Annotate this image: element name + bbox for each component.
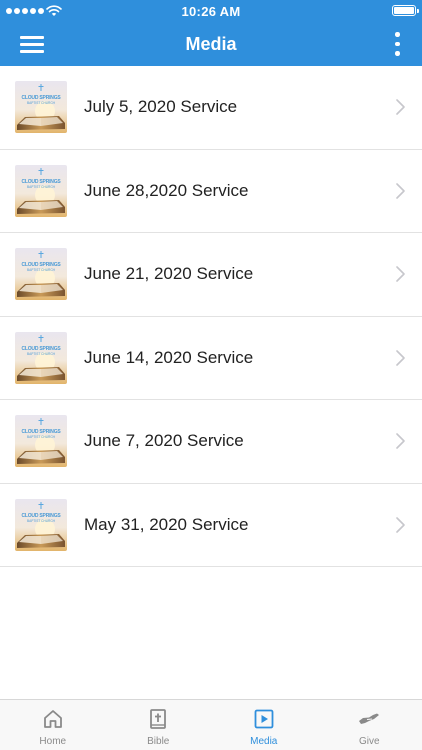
tab-home[interactable]: Home	[0, 700, 106, 750]
page-title: Media	[185, 34, 237, 54]
media-list-item[interactable]: CLOUD SPRINGS BAPTIST CHURCH June 7, 202…	[0, 400, 422, 484]
more-options-icon[interactable]	[392, 31, 402, 57]
tab-bible-label: Bible	[147, 736, 170, 747]
chevron-right-icon	[396, 266, 405, 287]
chevron-right-icon	[396, 99, 405, 120]
tab-give[interactable]: Give	[317, 700, 422, 750]
media-list-item[interactable]: CLOUD SPRINGS BAPTIST CHURCH June 21, 20…	[0, 233, 422, 317]
church-logo-thumbnail: CLOUD SPRINGS BAPTIST CHURCH	[15, 415, 67, 467]
play-icon	[253, 708, 275, 735]
church-logo-thumbnail: CLOUD SPRINGS BAPTIST CHURCH	[15, 498, 67, 551]
thumbnail-line2: BAPTIST CHURCH	[27, 268, 55, 272]
church-logo-thumbnail: CLOUD SPRINGS BAPTIST CHURCH	[15, 164, 67, 217]
media-item-title: June 21, 2020 Service	[84, 264, 254, 283]
media-list-item[interactable]: CLOUD SPRINGS BAPTIST CHURCH June 14, 20…	[0, 316, 422, 400]
media-list: CLOUD SPRINGS BAPTIST CHURCH July 5, 202…	[0, 66, 422, 567]
church-logo-thumbnail: CLOUD SPRINGS BAPTIST CHURCH	[15, 331, 67, 384]
tab-bible[interactable]: Bible	[106, 700, 212, 750]
status-time: 10:26 AM	[181, 4, 241, 19]
chevron-right-icon	[396, 349, 405, 371]
battery-icon	[392, 5, 419, 16]
give-hand-icon	[357, 708, 381, 735]
thumbnail-line2: BAPTIST CHURCH	[27, 435, 55, 439]
media-item-title: May 31, 2020 Service	[84, 514, 249, 534]
chevron-right-icon	[396, 182, 405, 204]
media-item-title: June 7, 2020 Service	[84, 431, 244, 450]
nav-bar: Media	[0, 22, 422, 66]
bible-icon	[147, 708, 169, 735]
tab-media[interactable]: Media	[211, 700, 317, 750]
chevron-right-icon	[396, 433, 405, 454]
thumbnail-line2: BAPTIST CHURCH	[27, 184, 55, 189]
status-bar: 10:26 AM	[0, 0, 422, 22]
church-logo-thumbnail: CLOUD SPRINGS BAPTIST CHURCH	[15, 248, 67, 300]
tab-media-label: Media	[250, 736, 278, 747]
hamburger-menu-icon[interactable]	[18, 32, 46, 56]
media-item-title: June 14, 2020 Service	[84, 347, 254, 367]
media-item-title: July 5, 2020 Service	[84, 97, 238, 116]
media-list-item[interactable]: CLOUD SPRINGS BAPTIST CHURCH June 28,202…	[0, 149, 422, 233]
tab-bar: Home Bible Media Give	[0, 699, 422, 750]
thumbnail-line2: BAPTIST CHURCH	[27, 101, 55, 105]
chevron-right-icon	[396, 516, 405, 538]
tab-give-label: Give	[358, 736, 380, 747]
thumbnail-line2: BAPTIST CHURCH	[27, 518, 55, 523]
home-icon	[42, 708, 64, 735]
media-list-item[interactable]: CLOUD SPRINGS BAPTIST CHURCH July 5, 202…	[0, 66, 422, 150]
tab-home-label: Home	[39, 736, 67, 747]
media-list-item[interactable]: CLOUD SPRINGS BAPTIST CHURCH May 31, 202…	[0, 483, 422, 567]
thumbnail-line2: BAPTIST CHURCH	[27, 351, 55, 356]
church-logo-thumbnail: CLOUD SPRINGS BAPTIST CHURCH	[15, 81, 67, 133]
media-item-title: June 28,2020 Service	[84, 180, 249, 200]
